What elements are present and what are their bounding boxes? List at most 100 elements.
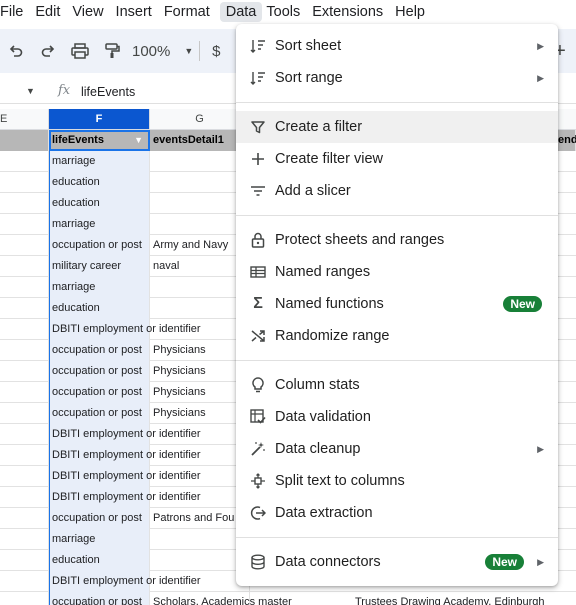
cell-g[interactable]: Army and Navy xyxy=(150,235,250,256)
cell-g[interactable]: Physicians xyxy=(150,340,250,361)
cell-g[interactable] xyxy=(150,193,250,214)
cell-f[interactable]: occupation or post xyxy=(49,235,150,256)
menu-item-sort-range[interactable]: Sort range ▶ xyxy=(236,62,558,94)
cell-g[interactable] xyxy=(150,529,250,550)
menu-tools[interactable]: Tools xyxy=(266,4,308,20)
cell-f[interactable]: marriage xyxy=(49,151,150,172)
cell-e[interactable] xyxy=(0,298,49,319)
cell-e[interactable] xyxy=(0,382,49,403)
zoom-select[interactable]: 100% ▼ xyxy=(132,43,193,60)
menu-item-create-filter[interactable]: Create a filter xyxy=(236,111,558,143)
cell-f[interactable]: occupation or post xyxy=(49,403,150,424)
undo-icon[interactable] xyxy=(0,35,32,67)
cell-f[interactable]: education xyxy=(49,550,150,571)
cell-g[interactable]: naval xyxy=(150,256,250,277)
cell-e[interactable] xyxy=(0,277,49,298)
cell-f[interactable]: DBITI employment or identifier xyxy=(49,424,201,445)
cell-g[interactable]: Patrons and Fou xyxy=(150,508,250,529)
cell-g[interactable]: Physicians xyxy=(150,403,250,424)
formula-input[interactable]: lifeEvents xyxy=(81,85,135,99)
cell-g[interactable]: Physicians xyxy=(150,361,250,382)
menu-help[interactable]: Help xyxy=(395,4,433,20)
menu-extensions[interactable]: Extensions xyxy=(312,4,391,20)
header-cell-partial[interactable]: end xyxy=(558,130,576,151)
cell-e[interactable] xyxy=(0,571,49,592)
header-cell-e[interactable] xyxy=(0,130,49,151)
currency-button[interactable]: $ xyxy=(200,35,232,67)
cell-f[interactable]: education xyxy=(49,193,150,214)
filter-dropdown-icon[interactable]: ▼ xyxy=(134,130,143,151)
menu-item-named-ranges[interactable]: Named ranges xyxy=(236,256,558,288)
cell-g[interactable] xyxy=(150,298,250,319)
menu-item-sort-sheet[interactable]: Sort sheet ▶ xyxy=(236,30,558,62)
redo-icon[interactable] xyxy=(32,35,64,67)
cell-e[interactable] xyxy=(0,424,49,445)
menu-item-add-slicer[interactable]: Add a slicer xyxy=(236,175,558,207)
cell-f[interactable]: education xyxy=(49,298,150,319)
cell-e[interactable] xyxy=(0,361,49,382)
cell-e[interactable] xyxy=(0,592,49,605)
cell-e[interactable] xyxy=(0,151,49,172)
cell-extra[interactable]: Trustees Drawing Academy, Edinburgh xyxy=(352,592,576,605)
menu-item-create-filter-view[interactable]: Create filter view xyxy=(236,143,558,175)
cell-f[interactable]: DBITI employment or identifier xyxy=(49,571,201,592)
cell-f[interactable]: occupation or post xyxy=(49,508,150,529)
cell-e[interactable] xyxy=(0,445,49,466)
header-cell-f[interactable]: lifeEvents ▼ xyxy=(49,130,150,151)
cell-f[interactable]: DBITI employment or identifier xyxy=(49,487,201,508)
cell-e[interactable] xyxy=(0,193,49,214)
cell-e[interactable] xyxy=(0,466,49,487)
cell-f[interactable]: occupation or post xyxy=(49,592,150,605)
cell-e[interactable] xyxy=(0,340,49,361)
menu-edit[interactable]: Edit xyxy=(35,4,68,20)
menu-item-randomize-range[interactable]: Randomize range xyxy=(236,320,558,352)
cell-f[interactable]: marriage xyxy=(49,529,150,550)
cell-f[interactable]: marriage xyxy=(49,277,150,298)
menu-insert[interactable]: Insert xyxy=(116,4,160,20)
print-icon[interactable] xyxy=(64,35,96,67)
cell-g[interactable] xyxy=(150,214,250,235)
column-header-g[interactable]: G xyxy=(150,109,250,130)
cell-g[interactable] xyxy=(150,151,250,172)
cell-e[interactable] xyxy=(0,487,49,508)
menu-format[interactable]: Format xyxy=(164,4,218,20)
menu-view[interactable]: View xyxy=(72,4,111,20)
menu-item-data-connectors[interactable]: Data connectors New ▶ xyxy=(236,546,558,578)
menu-item-data-cleanup[interactable]: Data cleanup ▶ xyxy=(236,433,558,465)
cell-f[interactable]: occupation or post xyxy=(49,340,150,361)
cell-f[interactable]: military career xyxy=(49,256,150,277)
cell-g[interactable] xyxy=(150,172,250,193)
cell-g[interactable] xyxy=(150,550,250,571)
paint-format-icon[interactable] xyxy=(96,35,128,67)
header-cell-g[interactable]: eventsDetail1 xyxy=(150,130,250,151)
cell-e[interactable] xyxy=(0,214,49,235)
cell-f[interactable]: DBITI employment or identifier xyxy=(49,445,201,466)
column-header-e[interactable]: E xyxy=(0,109,49,130)
name-box-dropdown-icon[interactable]: ▼ xyxy=(26,86,35,96)
menu-data[interactable]: Data xyxy=(219,1,263,22)
cell-e[interactable] xyxy=(0,235,49,256)
cell-e[interactable] xyxy=(0,256,49,277)
cell-f[interactable]: occupation or post xyxy=(49,382,150,403)
menu-item-data-extraction[interactable]: Data extraction xyxy=(236,497,558,529)
cell-e[interactable] xyxy=(0,550,49,571)
cell-g[interactable]: Scholars, Academics master xyxy=(150,592,292,605)
menu-item-named-functions[interactable]: Σ Named functions New xyxy=(236,288,558,320)
cell-e[interactable] xyxy=(0,508,49,529)
cell-e[interactable] xyxy=(0,319,49,340)
cell-e[interactable] xyxy=(0,172,49,193)
cell-f[interactable]: occupation or post xyxy=(49,361,150,382)
cell-g[interactable] xyxy=(150,277,250,298)
cell-e[interactable] xyxy=(0,529,49,550)
cell-f[interactable]: DBITI employment or identifier xyxy=(49,319,201,340)
menu-item-data-validation[interactable]: Data validation xyxy=(236,401,558,433)
column-header-f[interactable]: F xyxy=(49,109,150,130)
cell-e[interactable] xyxy=(0,403,49,424)
menu-file[interactable]: File xyxy=(0,4,31,20)
menu-item-protect-sheets[interactable]: Protect sheets and ranges xyxy=(236,224,558,256)
cell-f[interactable]: education xyxy=(49,172,150,193)
cell-f[interactable]: DBITI employment or identifier xyxy=(49,466,201,487)
menu-item-split-text[interactable]: Split text to columns xyxy=(236,465,558,497)
menu-item-column-stats[interactable]: Column stats xyxy=(236,369,558,401)
cell-g[interactable]: Physicians xyxy=(150,382,250,403)
